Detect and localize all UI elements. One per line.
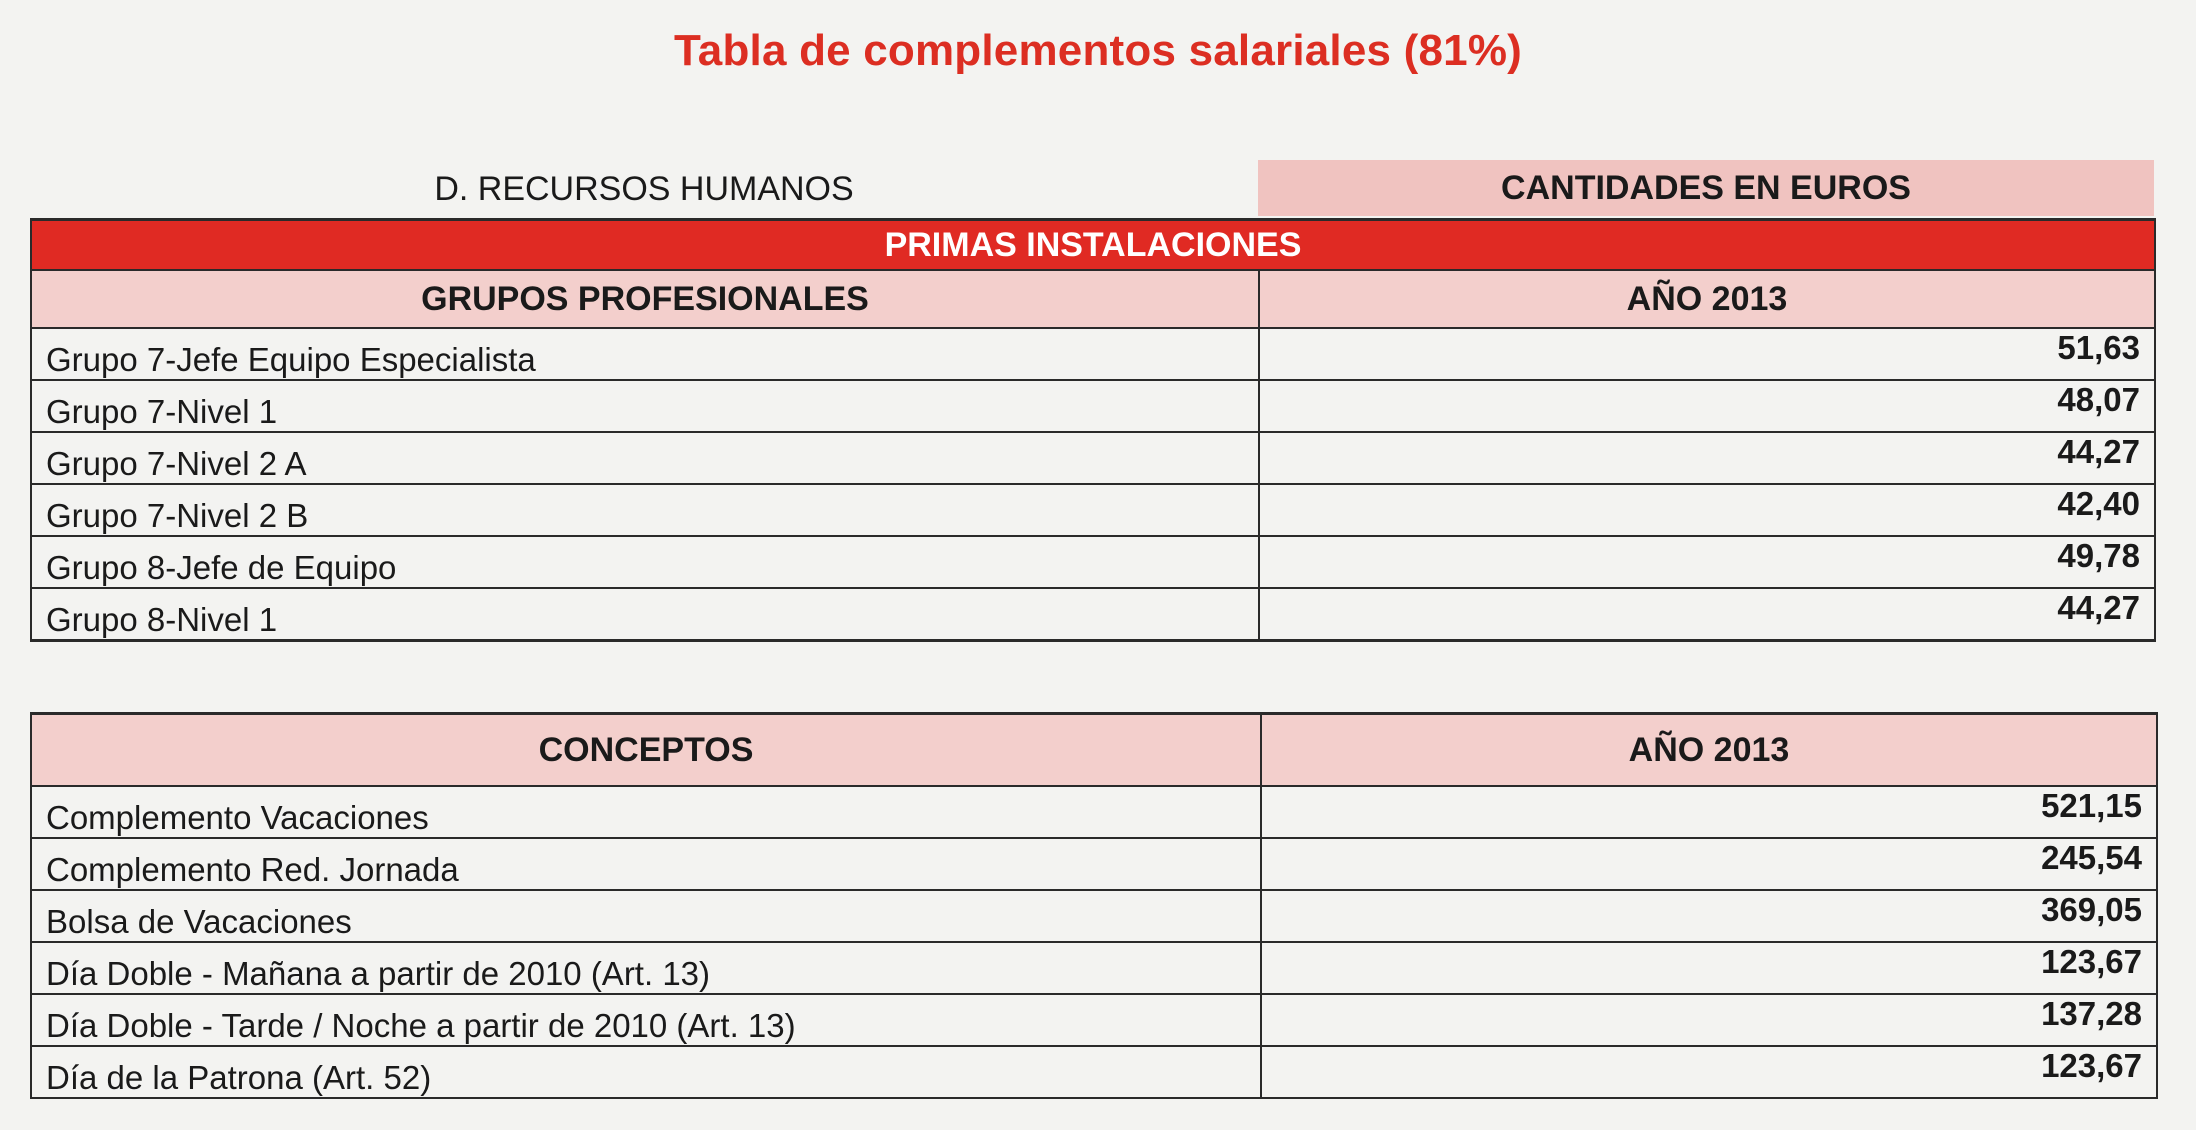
row-value: 137,28: [1260, 993, 2158, 1047]
row-value: 49,78: [1258, 535, 2156, 589]
row-value: 521,15: [1260, 785, 2158, 839]
table-row: Grupo 7-Nivel 2 A 44,27: [30, 431, 2156, 485]
row-label: Día de la Patrona (Art. 52): [30, 1045, 1262, 1099]
document-title: Tabla de complementos salariales (81%): [673, 26, 1522, 75]
table-row: Complemento Vacaciones 521,15: [30, 785, 2158, 839]
primas-table: PRIMAS INSTALACIONES GRUPOS PROFESIONALE…: [30, 218, 2156, 642]
table-row: Grupo 7-Nivel 1 48,07: [30, 379, 2156, 433]
conceptos-header-row: CONCEPTOS AÑO 2013: [30, 712, 2158, 787]
row-label: Grupo 7-Nivel 2 B: [30, 483, 1260, 537]
row-value: 48,07: [1258, 379, 2156, 433]
column-header-year: AÑO 2013: [1260, 712, 2158, 787]
table-row: Día de la Patrona (Art. 52) 123,67: [30, 1045, 2158, 1099]
row-value: 42,40: [1258, 483, 2156, 537]
row-value: 44,27: [1258, 431, 2156, 485]
row-label: Día Doble - Mañana a partir de 2010 (Art…: [30, 941, 1262, 995]
column-header-conceptos: CONCEPTOS: [30, 712, 1262, 787]
row-label: Complemento Red. Jornada: [30, 837, 1262, 891]
table-row: Día Doble - Mañana a partir de 2010 (Art…: [30, 941, 2158, 995]
row-value: 245,54: [1260, 837, 2158, 891]
units-label: CANTIDADES EN EUROS: [1258, 160, 2154, 216]
conceptos-table: CONCEPTOS AÑO 2013 Complemento Vacacione…: [30, 712, 2158, 1099]
table-row: Complemento Red. Jornada 245,54: [30, 837, 2158, 891]
table-row: Grupo 8-Jefe de Equipo 49,78: [30, 535, 2156, 589]
row-value: 123,67: [1260, 941, 2158, 995]
row-label: Bolsa de Vacaciones: [30, 889, 1262, 943]
table-row: Grupo 8-Nivel 1 44,27: [30, 587, 2156, 642]
row-value: 123,67: [1260, 1045, 2158, 1099]
row-label: Grupo 7-Nivel 1: [30, 379, 1260, 433]
primas-banner: PRIMAS INSTALACIONES: [30, 218, 2156, 271]
row-label: Complemento Vacaciones: [30, 785, 1262, 839]
table-row: Grupo 7-Nivel 2 B 42,40: [30, 483, 2156, 537]
primas-banner-row: PRIMAS INSTALACIONES: [30, 218, 2156, 271]
row-value: 44,27: [1258, 587, 2156, 642]
row-label: Grupo 8-Jefe de Equipo: [30, 535, 1260, 589]
primas-header-row: GRUPOS PROFESIONALES AÑO 2013: [30, 269, 2156, 329]
row-value: 369,05: [1260, 889, 2158, 943]
row-label: Grupo 8-Nivel 1: [30, 587, 1260, 642]
table-row: Día Doble - Tarde / Noche a partir de 20…: [30, 993, 2158, 1047]
row-label: Grupo 7-Nivel 2 A: [30, 431, 1260, 485]
column-header-year: AÑO 2013: [1258, 269, 2156, 329]
department-label: D. RECURSOS HUMANOS: [434, 170, 854, 208]
row-label: Día Doble - Tarde / Noche a partir de 20…: [30, 993, 1262, 1047]
row-value: 51,63: [1258, 327, 2156, 381]
row-label: Grupo 7-Jefe Equipo Especialista: [30, 327, 1260, 381]
table-row: Bolsa de Vacaciones 369,05: [30, 889, 2158, 943]
table-row: Grupo 7-Jefe Equipo Especialista 51,63: [30, 327, 2156, 381]
column-header-grupos: GRUPOS PROFESIONALES: [30, 269, 1260, 329]
